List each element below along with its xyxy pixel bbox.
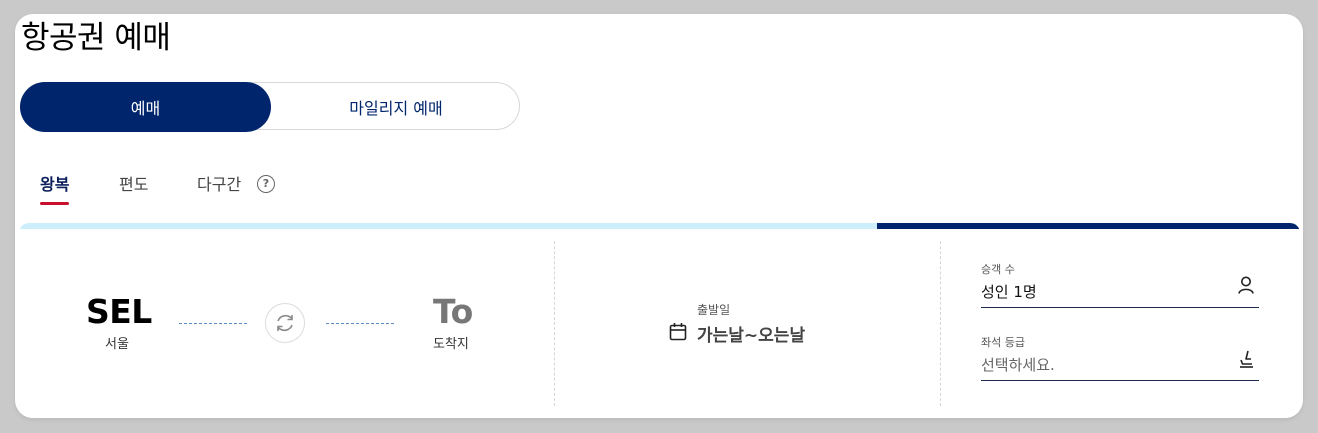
mode-booking-button[interactable]: 예매 xyxy=(20,82,271,132)
seat-class-label: 좌석 등급 xyxy=(981,336,1025,349)
destination-airport-code[interactable]: To xyxy=(433,292,473,332)
route-dashed-line-right xyxy=(326,323,394,324)
seat-field-underline xyxy=(981,380,1259,381)
booking-card: 항공권 예매 예매 마일리지 예매 왕복 편도 다구간 ? SEL 서울 To … xyxy=(15,14,1303,418)
section-divider xyxy=(940,241,941,406)
seat-icon[interactable] xyxy=(1237,349,1257,369)
question-circle-icon[interactable]: ? xyxy=(257,175,275,193)
destination-airport-name: 도착지 xyxy=(433,337,469,352)
tab-multi-city[interactable]: 다구간 xyxy=(197,174,241,196)
mode-mileage-booking-button[interactable]: 마일리지 예매 xyxy=(271,82,521,132)
calendar-icon xyxy=(669,323,687,341)
section-divider xyxy=(554,241,555,406)
swap-arrows-icon xyxy=(277,314,293,332)
date-range-value: 가는날~오는날 xyxy=(697,326,806,346)
passenger-count-value[interactable]: 성인 1명 xyxy=(981,281,1037,302)
flight-search-panel: SEL 서울 To 도착지 출발일 가는날~오는날 승객 수 성인 1명 좌석 … xyxy=(19,223,1300,418)
swap-route-button[interactable] xyxy=(265,303,305,343)
route-dashed-line-left xyxy=(179,323,247,324)
person-icon[interactable] xyxy=(1237,275,1255,295)
origin-airport-code[interactable]: SEL xyxy=(86,292,152,332)
passenger-field-underline xyxy=(981,307,1259,308)
tab-one-way[interactable]: 편도 xyxy=(119,174,148,196)
passenger-count-label: 승객 수 xyxy=(981,263,1015,276)
seat-class-placeholder[interactable]: 선택하세요. xyxy=(981,354,1055,375)
booking-mode-toggle: 예매 마일리지 예매 xyxy=(20,82,521,132)
tab-round-trip[interactable]: 왕복 xyxy=(40,174,70,205)
page-title: 항공권 예매 xyxy=(21,20,171,56)
origin-airport-name: 서울 xyxy=(105,337,129,352)
search-panel-body: SEL 서울 To 도착지 출발일 가는날~오는날 승객 수 성인 1명 좌석 … xyxy=(19,229,1300,418)
departure-date-label: 출발일 xyxy=(697,303,731,317)
